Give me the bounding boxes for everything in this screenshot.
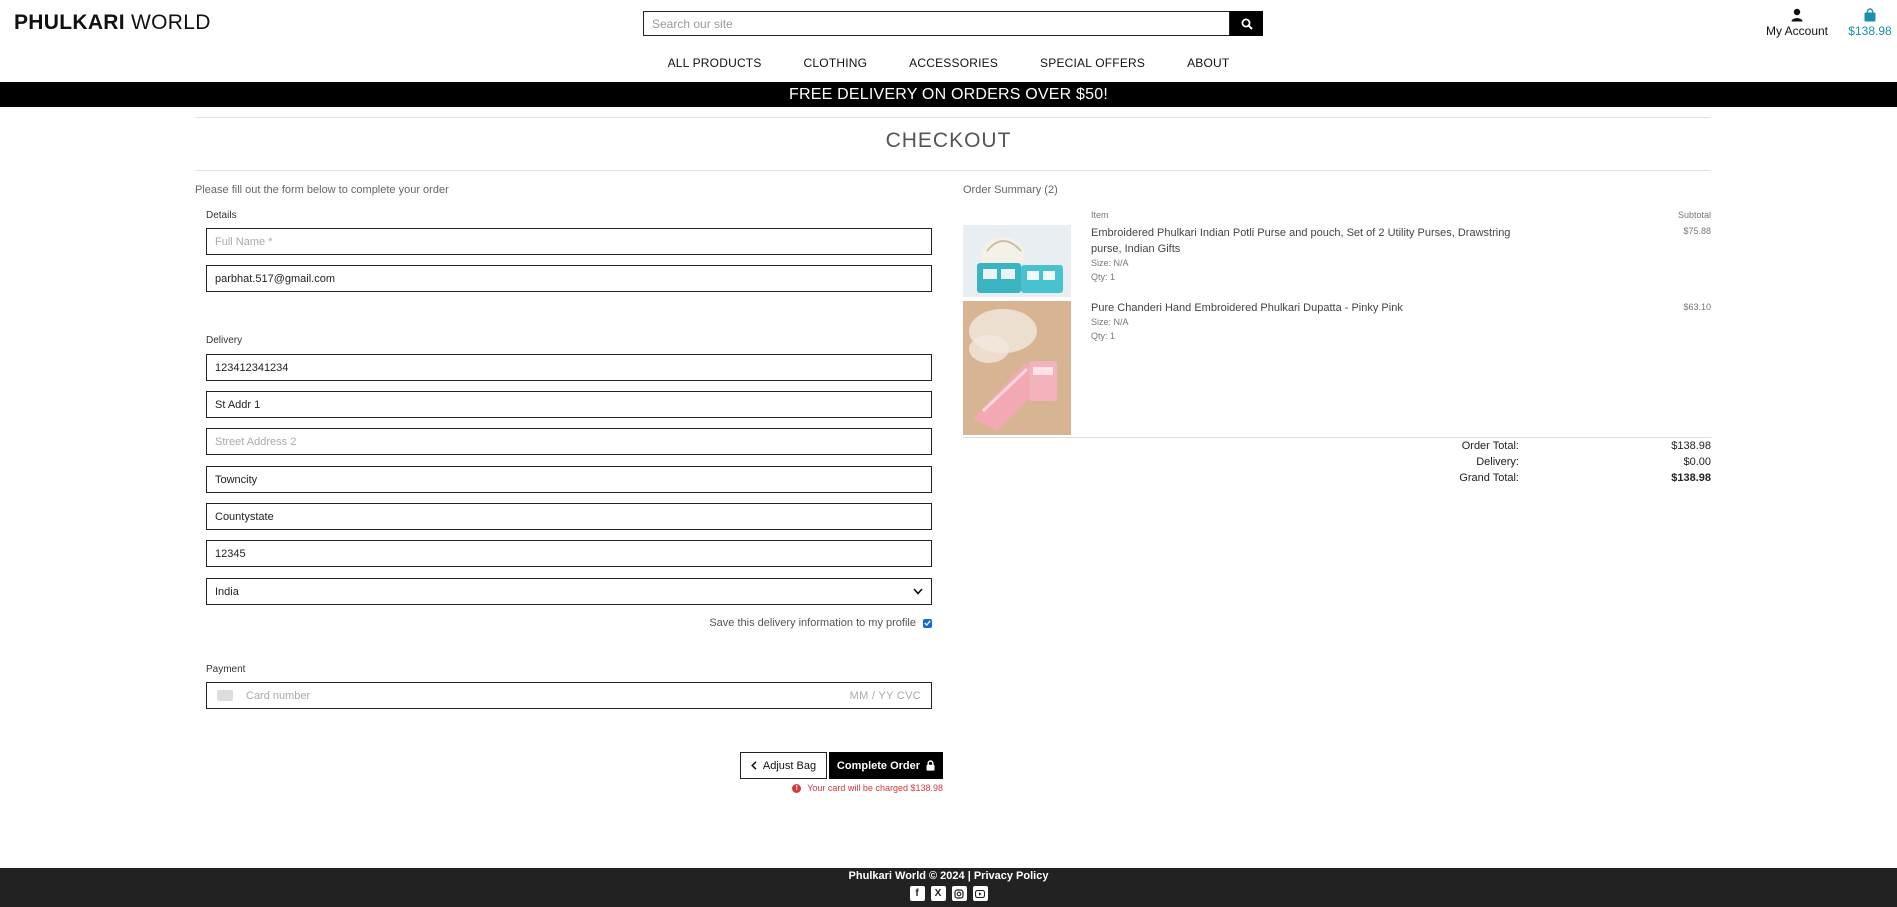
- instagram-icon[interactable]: [951, 886, 967, 901]
- footer-copyright: Phulkari World © 2024 | Privacy Policy: [848, 870, 1049, 882]
- item-column-header: Item: [1091, 210, 1109, 220]
- nav-about[interactable]: ABOUT: [1166, 56, 1250, 70]
- product-size: Size: N/A: [1091, 258, 1129, 268]
- search-input[interactable]: [643, 11, 1230, 36]
- my-account-label: My Account: [1765, 24, 1829, 38]
- save-info-row: Save this delivery information to my pro…: [600, 617, 932, 629]
- site-logo[interactable]: PHULKARI WORLD: [14, 11, 211, 35]
- divider: [195, 170, 1711, 171]
- chevron-down-icon: [913, 588, 923, 595]
- county-field[interactable]: [206, 503, 932, 530]
- order-summary-title: Order Summary (2): [963, 184, 1058, 196]
- street-address-2-field[interactable]: [206, 428, 932, 455]
- payment-label: Payment: [206, 664, 246, 675]
- email-field[interactable]: [206, 265, 932, 292]
- subtotal-column-header: Subtotal: [1677, 210, 1711, 220]
- charge-notice: ! Your card will be charged $138.98: [790, 783, 943, 793]
- complete-order-label: Complete Order: [836, 759, 921, 772]
- user-icon: [1791, 8, 1803, 22]
- charge-notice-text: Your card will be charged $138.98: [807, 783, 943, 793]
- alert-icon: !: [792, 783, 802, 793]
- product-subtotal: $75.88: [1683, 226, 1711, 236]
- product-subtotal: $63.10: [1683, 302, 1711, 312]
- nav-clothing[interactable]: CLOTHING: [783, 56, 889, 70]
- card-expiry-cvc-placeholder: MM / YY CVC: [849, 689, 921, 702]
- delivery-cost-label: Delivery:: [1476, 456, 1519, 468]
- checkmark-icon: [924, 620, 931, 626]
- nav-all-products[interactable]: ALL PRODUCTS: [647, 56, 783, 70]
- site-footer: Phulkari World © 2024 | Privacy Policy f…: [0, 868, 1897, 907]
- delivery-banner: FREE DELIVERY ON ORDERS OVER $50!: [0, 82, 1897, 107]
- lock-icon: [926, 760, 935, 771]
- adjust-bag-button[interactable]: Adjust Bag: [740, 752, 827, 779]
- summary-divider: [963, 437, 1711, 438]
- delivery-cost-value: $0.00: [1683, 456, 1711, 468]
- product-size: Size: N/A: [1091, 317, 1129, 327]
- adjust-bag-label: Adjust Bag: [762, 759, 817, 772]
- product-qty: Qty: 1: [1091, 331, 1116, 341]
- town-city-field[interactable]: [206, 466, 932, 493]
- full-name-field[interactable]: [206, 228, 932, 255]
- main-nav: ALL PRODUCTS CLOTHING ACCESSORIES SPECIA…: [0, 56, 1897, 70]
- card-number-placeholder: Card number: [246, 689, 311, 702]
- nav-accessories[interactable]: ACCESSORIES: [888, 56, 1019, 70]
- order-total-label: Order Total:: [1461, 440, 1519, 452]
- chevron-left-icon: [751, 761, 757, 770]
- save-info-checkbox[interactable]: [923, 618, 932, 628]
- cart-link[interactable]: $138.98: [1846, 8, 1894, 38]
- grand-total-value: $138.98: [1671, 472, 1711, 484]
- country-value: India: [215, 585, 239, 598]
- grand-total-label: Grand Total:: [1459, 472, 1519, 484]
- delivery-label: Delivery: [206, 335, 243, 346]
- nav-special-offers[interactable]: SPECIAL OFFERS: [1019, 56, 1166, 70]
- save-info-label: Save this delivery information to my pro…: [709, 617, 916, 629]
- product-name: Pure Chanderi Hand Embroidered Phulkari …: [1091, 302, 1403, 314]
- page-title: CHECKOUT: [885, 129, 1012, 152]
- card-input[interactable]: Card number MM / YY CVC: [206, 682, 932, 709]
- cart-total: $138.98: [1848, 24, 1892, 38]
- form-intro: Please fill out the form below to comple…: [195, 184, 449, 196]
- divider: [195, 117, 1711, 118]
- complete-order-button[interactable]: Complete Order: [829, 752, 943, 779]
- youtube-icon[interactable]: [972, 886, 988, 901]
- product-qty: Qty: 1: [1091, 272, 1116, 282]
- search-icon: [1241, 18, 1253, 30]
- facebook-icon[interactable]: f: [909, 886, 925, 901]
- my-account-link[interactable]: My Account: [1762, 8, 1832, 38]
- product-thumbnail[interactable]: [963, 301, 1071, 435]
- search-bar: [643, 11, 1263, 36]
- credit-card-icon: [217, 690, 233, 701]
- shopping-bag-icon: [1864, 8, 1876, 22]
- details-label: Details: [206, 210, 237, 221]
- postcode-field[interactable]: [206, 540, 932, 567]
- phone-field[interactable]: [206, 354, 932, 381]
- street-address-1-field[interactable]: [206, 391, 932, 418]
- x-twitter-icon[interactable]: X: [930, 886, 946, 901]
- product-thumbnail[interactable]: [963, 225, 1071, 297]
- order-total-value: $138.98: [1671, 440, 1711, 452]
- search-button[interactable]: [1230, 11, 1263, 36]
- product-name: Embroidered Phulkari Indian Potli Purse …: [1091, 227, 1511, 255]
- country-select[interactable]: India: [206, 578, 932, 605]
